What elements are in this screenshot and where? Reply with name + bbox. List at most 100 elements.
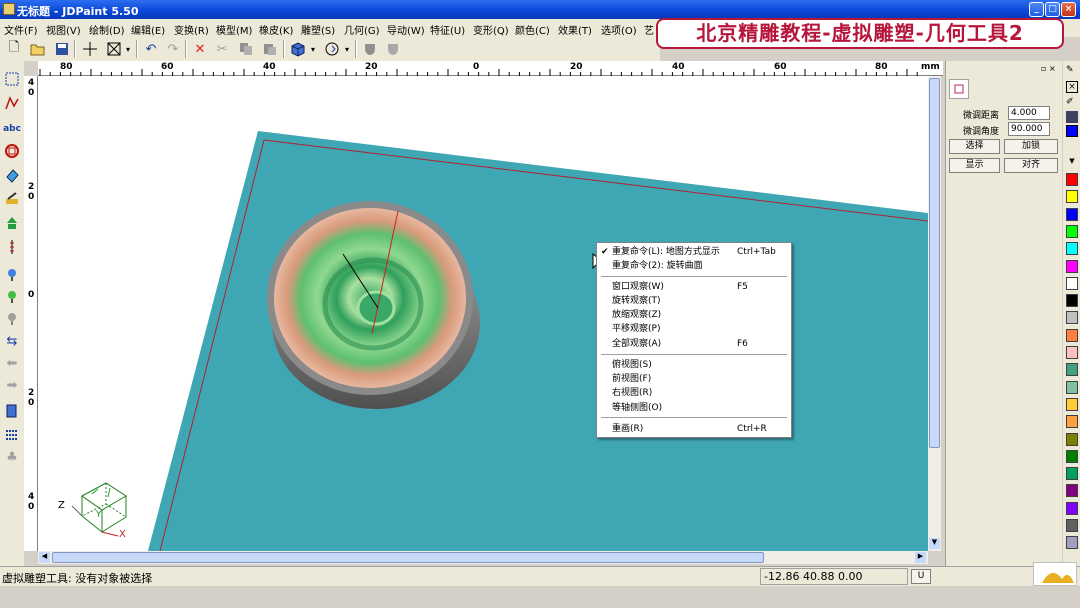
- dropdown-arrow-icon[interactable]: ▾: [122, 39, 134, 59]
- fine-distance-input[interactable]: 4.000: [1008, 106, 1050, 120]
- color-swatch[interactable]: [1066, 484, 1078, 498]
- color-swatch[interactable]: [1066, 190, 1078, 204]
- context-menu-item[interactable]: 平移观察(P): [597, 323, 791, 336]
- polyline-icon[interactable]: [2, 93, 22, 113]
- scroll-left-arrow-icon[interactable]: ◀: [39, 552, 50, 563]
- horizontal-scroll-thumb[interactable]: [52, 552, 764, 563]
- color-swatch[interactable]: [1066, 449, 1078, 463]
- menu-eraser[interactable]: 橡皮(K): [259, 22, 293, 37]
- color-swatch[interactable]: [1066, 363, 1078, 377]
- stamp-icon[interactable]: ♣: [2, 447, 22, 467]
- menu-effect[interactable]: 效果(T): [558, 22, 592, 37]
- paint-icon[interactable]: [2, 189, 22, 209]
- align-button[interactable]: 对齐: [1004, 158, 1058, 173]
- rotate-view-icon[interactable]: [322, 39, 342, 59]
- panel-tab[interactable]: [949, 79, 969, 99]
- color-swatch[interactable]: [1066, 536, 1078, 550]
- arrow-right-icon[interactable]: ➡: [2, 375, 22, 395]
- menu-options[interactable]: 选项(O): [601, 22, 637, 37]
- undo-icon[interactable]: ↶: [141, 39, 161, 59]
- layers-icon[interactable]: [2, 401, 22, 421]
- fine-angle-input[interactable]: 90.000: [1008, 122, 1050, 136]
- color-swatch[interactable]: [1066, 242, 1078, 256]
- menu-sweep[interactable]: 导动(W): [387, 22, 425, 37]
- color-swatch[interactable]: [1066, 259, 1078, 273]
- menu-view[interactable]: 视图(V): [46, 22, 81, 37]
- menu-feature[interactable]: 特征(U): [430, 22, 465, 37]
- close-button[interactable]: ×: [1061, 2, 1076, 17]
- color-swatch[interactable]: [1066, 397, 1078, 411]
- menu-transform[interactable]: 变换(R): [174, 22, 209, 37]
- context-menu-item[interactable]: 俯视图(S): [597, 359, 791, 372]
- context-menu-item[interactable]: 重画(R) Ctrl+R: [597, 423, 791, 436]
- arrow-left-icon[interactable]: ⬅: [2, 353, 22, 373]
- color-swatch[interactable]: [1066, 415, 1078, 429]
- lock-button[interactable]: 加锁: [1004, 139, 1058, 154]
- copy-icon[interactable]: [236, 39, 256, 59]
- select-button[interactable]: 选择: [949, 139, 1000, 154]
- swap-icon[interactable]: ⇆: [2, 331, 22, 351]
- dropdown-arrow-icon[interactable]: ▾: [341, 39, 353, 59]
- green-shape-icon[interactable]: [2, 213, 22, 233]
- eraser-icon[interactable]: [2, 165, 22, 185]
- panel-controls[interactable]: ▫ ×: [1041, 64, 1061, 74]
- color-swatch[interactable]: [1066, 173, 1078, 186]
- minimize-button[interactable]: _: [1029, 2, 1044, 17]
- vertical-scrollbar[interactable]: ▼: [928, 76, 941, 551]
- color-swatch[interactable]: [1066, 519, 1078, 532]
- menu-draw[interactable]: 绘制(D): [89, 22, 125, 37]
- paste-icon[interactable]: [260, 39, 280, 59]
- color-swatch[interactable]: [1066, 380, 1078, 394]
- vertical-scroll-thumb[interactable]: [929, 78, 940, 448]
- scroll-right-arrow-icon[interactable]: ▶: [915, 552, 926, 563]
- color-swatch[interactable]: [1066, 501, 1078, 515]
- context-menu-item[interactable]: 前视图(F): [597, 373, 791, 386]
- menu-color[interactable]: 颜色(C): [515, 22, 550, 37]
- text-tool-icon[interactable]: abc: [2, 119, 22, 139]
- green-bulb-icon[interactable]: [2, 287, 22, 307]
- no-color-icon[interactable]: ×: [1066, 81, 1078, 93]
- view-box-icon[interactable]: [104, 39, 124, 59]
- delete-icon[interactable]: ✕: [190, 39, 210, 59]
- menu-model[interactable]: 模型(M): [216, 22, 252, 37]
- shield-tool-2-icon[interactable]: [383, 39, 403, 59]
- redo-icon[interactable]: ↷: [163, 39, 183, 59]
- crosshair-icon[interactable]: [80, 39, 100, 59]
- context-menu-item[interactable]: 窗口观察(W) F5: [597, 281, 791, 294]
- color-swatch[interactable]: [1066, 328, 1078, 342]
- context-menu-item[interactable]: 全部观察(A) F6: [597, 338, 791, 351]
- maximize-button[interactable]: □: [1045, 2, 1060, 17]
- pen-icon[interactable]: ✎: [1066, 65, 1078, 77]
- open-folder-icon[interactable]: [28, 39, 48, 59]
- show-button[interactable]: 显示: [949, 158, 1000, 173]
- scroll-down-arrow-icon[interactable]: ▼: [929, 538, 940, 549]
- shield-tool-icon[interactable]: [360, 39, 380, 59]
- menu-file[interactable]: 文件(F): [4, 22, 38, 37]
- context-menu-item[interactable]: 放缩观察(Z): [597, 309, 791, 322]
- context-menu-item[interactable]: 等轴侧图(O): [597, 402, 791, 415]
- save-icon[interactable]: [52, 39, 72, 59]
- new-file-icon[interactable]: 🗋: [4, 39, 24, 59]
- context-menu-item[interactable]: 重复命令(2): 旋转曲面: [597, 260, 791, 273]
- color-swatch[interactable]: [1066, 207, 1078, 221]
- color-swatch[interactable]: [1066, 224, 1078, 238]
- context-menu-item[interactable]: 旋转观察(T): [597, 295, 791, 308]
- unit-button[interactable]: U: [911, 569, 931, 584]
- grid-lines-icon[interactable]: [2, 425, 22, 445]
- select-rect-icon[interactable]: [2, 69, 22, 89]
- cut-icon[interactable]: ✂: [212, 39, 232, 59]
- context-menu-item[interactable]: 右视图(R): [597, 387, 791, 400]
- palette-dropdown-icon[interactable]: ▼: [1066, 157, 1078, 167]
- color-swatch[interactable]: [1066, 311, 1078, 325]
- current-color-swatch[interactable]: [1066, 125, 1078, 137]
- horizontal-scrollbar[interactable]: ◀ ▶: [38, 551, 928, 564]
- 3d-viewport[interactable]: Z X Y: [38, 76, 928, 551]
- menu-art[interactable]: 艺: [644, 22, 654, 37]
- menu-sculpt[interactable]: 雕塑(S): [301, 22, 335, 37]
- dropdown-arrow-icon[interactable]: ▾: [307, 39, 319, 59]
- color-swatch[interactable]: [1066, 276, 1078, 290]
- menu-deform[interactable]: 变形(Q): [473, 22, 509, 37]
- menu-edit[interactable]: 编辑(E): [131, 22, 165, 37]
- menu-geometry[interactable]: 几何(G): [344, 22, 380, 37]
- pattern-icon[interactable]: [1066, 111, 1078, 123]
